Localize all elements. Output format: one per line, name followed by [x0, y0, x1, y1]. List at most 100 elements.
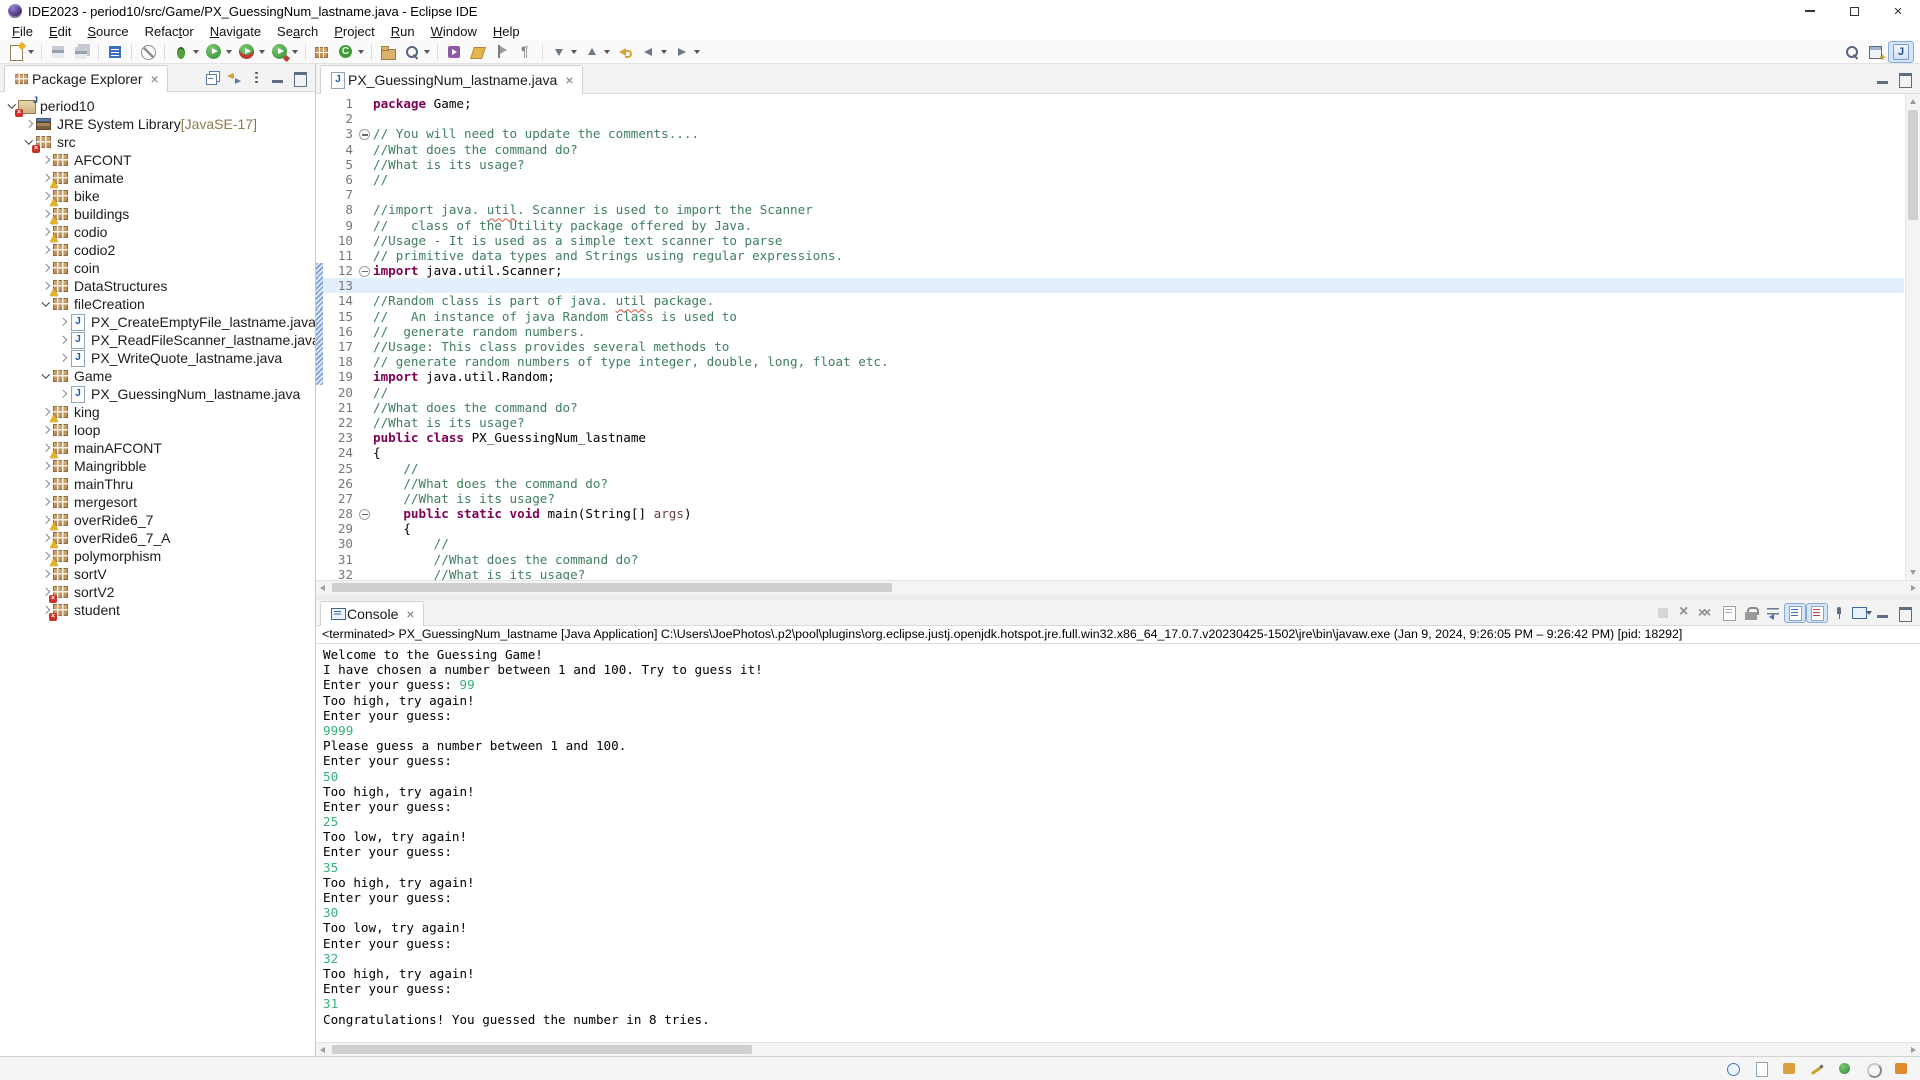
chevron-right-icon[interactable] [57, 319, 69, 325]
console-output[interactable]: Welcome to the Guessing Game!I have chos… [316, 644, 1920, 1042]
code-line-24[interactable]: 24{ [316, 445, 1904, 460]
code-line-14[interactable]: 14//Random class is part of java. util p… [316, 293, 1904, 308]
console-clear-console-button[interactable] [1718, 603, 1740, 623]
code-line-15[interactable]: 15// An instance of java Random class is… [316, 309, 1904, 324]
tree-item-period10[interactable]: period10 [0, 97, 315, 115]
toolbar-coverage-button[interactable] [235, 41, 268, 63]
tree-item-game[interactable]: Game [0, 367, 315, 385]
package-explorer-minimize-button[interactable] [267, 68, 289, 88]
chevron-right-icon[interactable] [57, 337, 69, 343]
minimize-window-button[interactable] [1788, 0, 1832, 22]
status-restore-welcome-button[interactable] [1722, 1059, 1744, 1079]
code-line-16[interactable]: 16// generate random numbers. [316, 324, 1904, 339]
tree-item-animate[interactable]: animate [0, 169, 315, 187]
editor-vertical-scrollbar[interactable] [1905, 94, 1920, 580]
package-explorer-view-menu-button[interactable] [245, 68, 267, 88]
toolbar-previous-annotation-button[interactable] [580, 41, 613, 63]
dropdown-arrow-icon[interactable] [226, 50, 232, 54]
package-explorer-collapse-all-button[interactable] [201, 68, 223, 88]
code-line-21[interactable]: 21//What does the command do? [316, 400, 1904, 415]
chevron-right-icon[interactable] [40, 265, 52, 271]
menu-search[interactable]: Search [269, 23, 326, 40]
dropdown-arrow-icon[interactable] [661, 50, 667, 54]
code-line-32[interactable]: 32 //What is its usage? [316, 567, 1904, 580]
chevron-right-icon[interactable] [40, 157, 52, 163]
tree-item-bike[interactable]: bike [0, 187, 315, 205]
toolbar-save-all-button[interactable] [70, 41, 94, 63]
toolbar-external-tools-button[interactable] [442, 41, 466, 63]
scrollbar-thumb[interactable] [332, 1045, 752, 1054]
chevron-right-icon[interactable] [57, 391, 69, 397]
menu-help[interactable]: Help [485, 23, 528, 40]
tree-item-king[interactable]: king [0, 403, 315, 421]
console-remove-launch-button[interactable] [1674, 603, 1696, 623]
close-icon[interactable]: × [151, 72, 159, 86]
scrollbar-thumb[interactable] [332, 583, 892, 592]
scrollbar-thumb[interactable] [1908, 110, 1918, 220]
tab-editor-file[interactable]: PX_GuessingNum_lastname.java × [320, 65, 583, 94]
fold-collapse-icon[interactable] [357, 263, 373, 278]
code-line-22[interactable]: 22//What is its usage? [316, 415, 1904, 430]
tree-item-coin[interactable]: coin [0, 259, 315, 277]
toolbar-next-annotation-button[interactable] [547, 41, 580, 63]
fold-collapse-icon[interactable] [357, 506, 373, 521]
tree-item-student[interactable]: student [0, 601, 315, 619]
toolbar-show-whitespace-button[interactable] [514, 41, 538, 63]
code-line-18[interactable]: 18// generate random numbers of type int… [316, 354, 1904, 369]
chevron-down-icon[interactable] [40, 301, 52, 307]
package-explorer-link-with-editor-button[interactable] [223, 68, 245, 88]
tree-item-afcont[interactable]: AFCONT [0, 151, 315, 169]
code-line-3[interactable]: 3// You will need to update the comments… [316, 126, 1904, 141]
chevron-right-icon[interactable] [40, 427, 52, 433]
tree-item-px-guessingnum-lastname-java[interactable]: PX_GuessingNum_lastname.java [0, 385, 315, 403]
menu-refactor[interactable]: Refactor [137, 23, 202, 40]
code-line-26[interactable]: 26 //What does the command do? [316, 476, 1904, 491]
tree-item-override6-7-a[interactable]: overRide6_7_A [0, 529, 315, 547]
code-line-25[interactable]: 25 // [316, 461, 1904, 476]
chevron-down-icon[interactable] [23, 139, 35, 145]
dropdown-arrow-icon[interactable] [604, 50, 610, 54]
tree-item-polymorphism[interactable]: polymorphism [0, 547, 315, 565]
toolbar-forward-button[interactable] [670, 41, 703, 63]
tree-item-px-readfilescanner-lastname-java[interactable]: PX_ReadFileScanner_lastname.java [0, 331, 315, 349]
code-line-27[interactable]: 27 //What is its usage? [316, 491, 1904, 506]
console-terminate-button[interactable] [1652, 603, 1674, 623]
editor-minimize-button[interactable] [1872, 69, 1894, 89]
code-line-30[interactable]: 30 // [316, 536, 1904, 551]
tree-item-maingribble[interactable]: Maingribble [0, 457, 315, 475]
tree-item-px-writequote-lastname-java[interactable]: PX_WriteQuote_lastname.java [0, 349, 315, 367]
status-background-jobs-button[interactable] [1862, 1059, 1884, 1079]
dropdown-arrow-icon[interactable] [193, 50, 199, 54]
code-line-4[interactable]: 4//What does the command do? [316, 142, 1904, 157]
tab-package-explorer[interactable]: Package Explorer × [4, 65, 168, 92]
close-icon[interactable]: × [565, 73, 573, 87]
tree-item-buildings[interactable]: buildings [0, 205, 315, 223]
chevron-right-icon[interactable] [40, 607, 52, 613]
console-show-on-stderr-button[interactable] [1806, 603, 1828, 623]
fold-collapse-icon[interactable] [357, 126, 373, 141]
status-palette-status-button[interactable] [1778, 1059, 1800, 1079]
code-line-12[interactable]: 12import java.util.Scanner; [316, 263, 1904, 278]
close-window-button[interactable]: × [1876, 0, 1920, 22]
console-scroll-lock-button[interactable] [1740, 603, 1762, 623]
toolbar-last-edit-location-button[interactable] [613, 41, 637, 63]
package-explorer-tree[interactable]: period10JRE System Library [JavaSE-17]sr… [0, 92, 315, 1056]
menu-edit[interactable]: Edit [41, 23, 79, 40]
chevron-right-icon[interactable] [40, 481, 52, 487]
toolbar-open-type-button[interactable] [376, 41, 400, 63]
chevron-right-icon[interactable] [40, 499, 52, 505]
toolbar-debug-button[interactable] [169, 41, 202, 63]
toolbar-java-perspective-button[interactable] [1888, 41, 1914, 63]
code-line-5[interactable]: 5//What is its usage? [316, 157, 1904, 172]
menu-file[interactable]: File [4, 23, 41, 40]
toolbar-new-java-class-button[interactable] [334, 41, 367, 63]
status-run-status-button[interactable] [1834, 1059, 1856, 1079]
console-horizontal-scrollbar[interactable] [316, 1042, 1920, 1056]
editor-horizontal-scrollbar[interactable] [316, 580, 1920, 594]
tree-item-mainthru[interactable]: mainThru [0, 475, 315, 493]
tree-item-mainafcont[interactable]: mainAFCONT [0, 439, 315, 457]
tree-item-sortv[interactable]: sortV [0, 565, 315, 583]
code-line-2[interactable]: 2 [316, 111, 1904, 126]
toolbar-search-button[interactable] [1840, 41, 1864, 63]
tree-item-codio[interactable]: codio [0, 223, 315, 241]
